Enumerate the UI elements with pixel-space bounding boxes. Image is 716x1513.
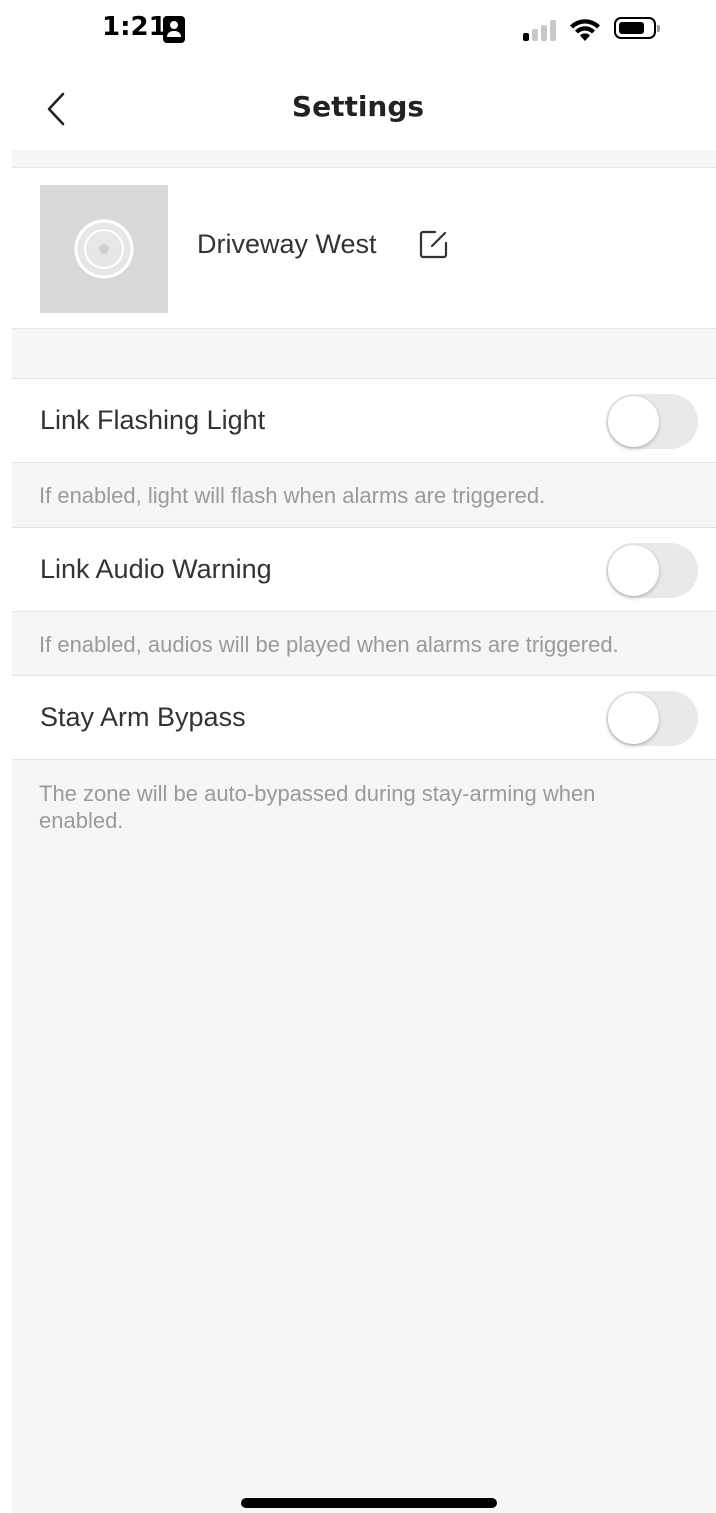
setting-label: Link Audio Warning xyxy=(40,554,272,584)
stay-arm-bypass-toggle[interactable] xyxy=(606,691,698,746)
cellular-signal-icon xyxy=(523,19,559,41)
status-bar: 1:21 xyxy=(0,0,716,62)
nav-bar: Settings xyxy=(0,62,716,150)
setting-hint: If enabled, audios will be played when a… xyxy=(39,632,619,657)
setting-hint: If enabled, light will flash when alarms… xyxy=(39,483,546,508)
toggle-knob xyxy=(608,693,659,744)
setting-row-link-audio-warning: Link Audio Warning xyxy=(12,527,716,612)
link-audio-warning-toggle[interactable] xyxy=(606,543,698,598)
camera-placeholder-icon xyxy=(74,219,134,279)
page-title: Settings xyxy=(291,90,425,123)
setting-label: Stay Arm Bypass xyxy=(40,702,246,732)
setting-hint: The zone will be auto-bypassed during st… xyxy=(39,781,596,833)
device-thumbnail xyxy=(40,185,168,313)
contact-card-icon xyxy=(163,16,185,43)
setting-label: Link Flashing Light xyxy=(40,405,266,435)
battery-icon xyxy=(614,17,660,39)
edit-icon[interactable] xyxy=(418,228,450,260)
toggle-knob xyxy=(608,396,659,447)
device-header: Driveway West xyxy=(12,167,716,329)
wifi-icon xyxy=(568,16,602,42)
settings-content: Driveway West Link Flashing Light If ena… xyxy=(12,150,716,1513)
link-flashing-light-toggle[interactable] xyxy=(606,394,698,449)
setting-row-stay-arm-bypass: Stay Arm Bypass xyxy=(12,675,716,760)
status-time: 1:21 xyxy=(102,12,167,42)
device-name: Driveway West xyxy=(197,229,377,259)
home-indicator xyxy=(241,1498,497,1508)
setting-row-link-flashing-light: Link Flashing Light xyxy=(12,378,716,463)
toggle-knob xyxy=(608,545,659,596)
